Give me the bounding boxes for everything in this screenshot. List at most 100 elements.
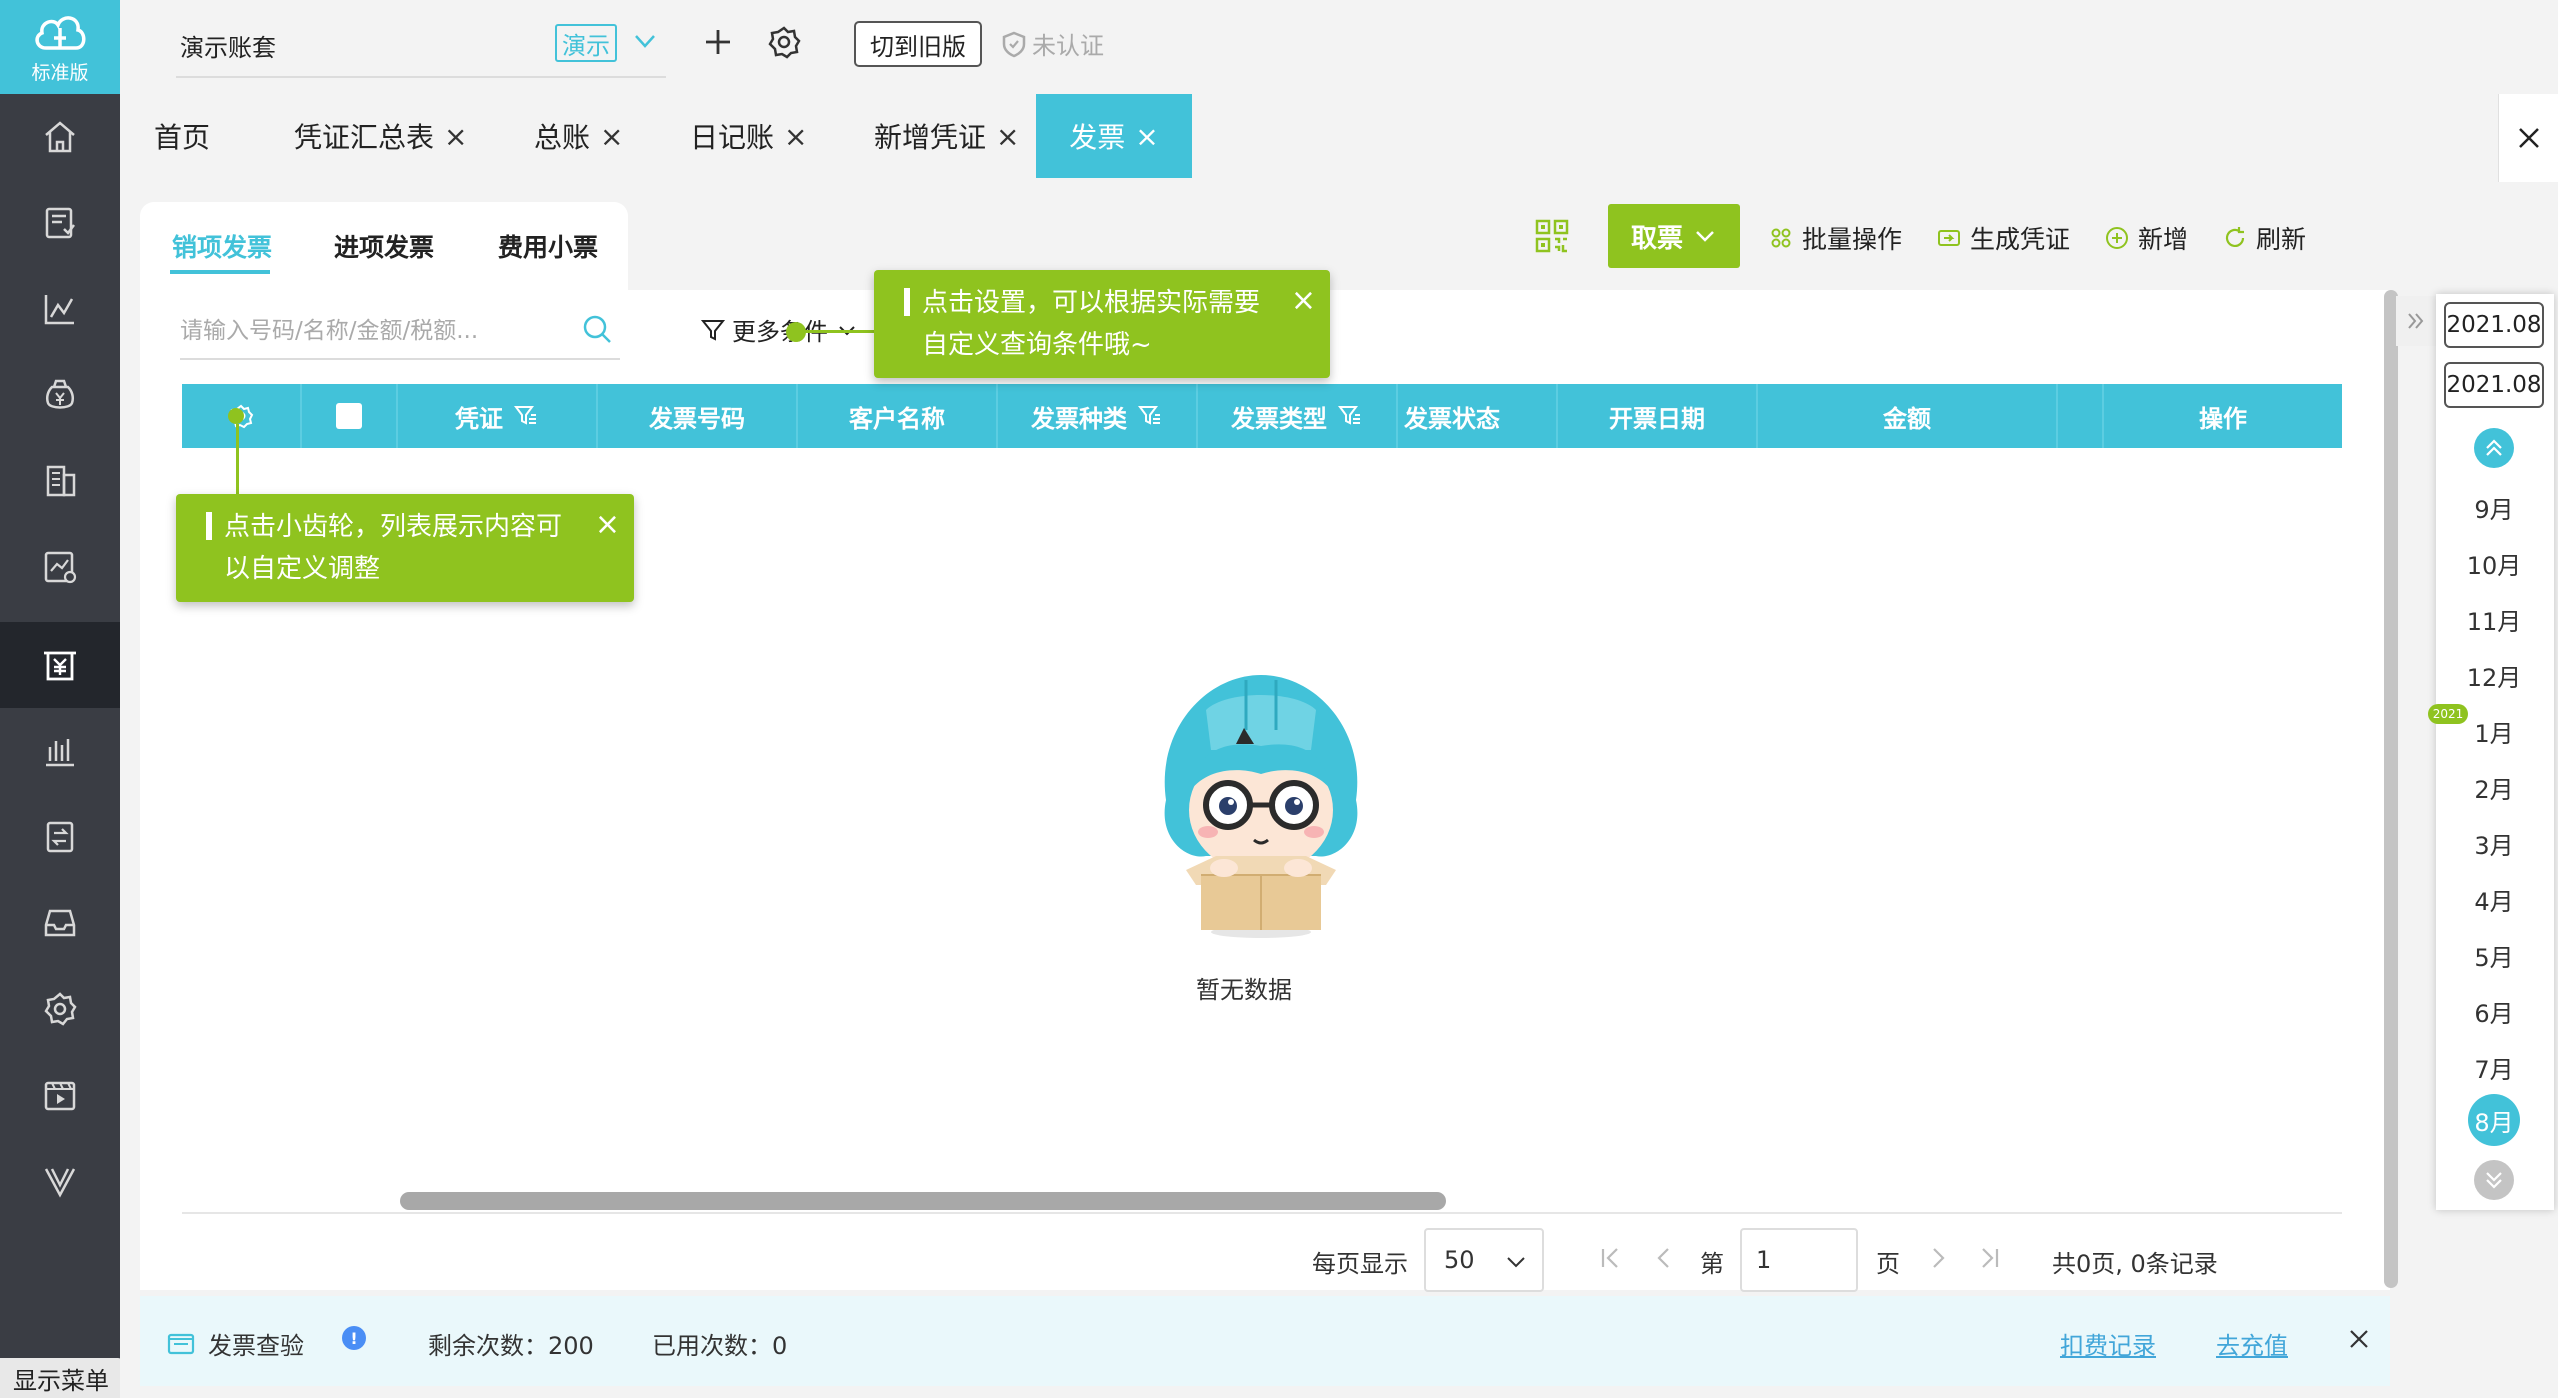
tab-home[interactable]: 首页 — [154, 94, 210, 178]
tip-close-icon[interactable]: × — [595, 504, 620, 546]
invoice-subtabs: 销项发票 进项发票 费用小票 — [140, 202, 628, 292]
tip-text-line1: 点击设置，可以根据实际需要 — [922, 288, 1261, 318]
sidebar-item-analysis[interactable] — [0, 524, 120, 610]
horizontal-scrollbar[interactable] — [400, 1192, 1446, 1210]
month-item[interactable]: 1月 — [2444, 714, 2544, 749]
invoice-icon — [44, 651, 76, 681]
month-item[interactable]: 4月 — [2444, 882, 2544, 917]
tip-close-icon[interactable]: × — [1291, 280, 1316, 322]
month-item-active[interactable]: 8月 — [2468, 1094, 2520, 1146]
close-all-tabs-button[interactable] — [2498, 94, 2558, 182]
tab-journal[interactable]: 日记账 × — [690, 94, 807, 178]
end-date-input[interactable]: 2021.08 — [2444, 362, 2544, 408]
start-date-input[interactable]: 2021.08 — [2444, 302, 2544, 348]
last-page-icon[interactable] — [1976, 1244, 2004, 1272]
sidebar-item-invoice[interactable] — [0, 622, 120, 708]
scroll-down-button[interactable] — [2474, 1160, 2514, 1200]
tab-new-voucher[interactable]: 新增凭证 × — [874, 94, 1019, 178]
finance-icon — [45, 379, 75, 409]
month-item[interactable]: 5月 — [2444, 938, 2544, 973]
column-header-invoice-kind[interactable]: 发票种类 — [998, 384, 1198, 448]
account-book-name[interactable]: 演示账套 — [180, 28, 276, 63]
remaining-count: 剩余次数：200 — [428, 1332, 594, 1360]
tab-voucher-summary[interactable]: 凭证汇总表 × — [294, 94, 467, 178]
tab-invoice[interactable]: 发票 × — [1036, 94, 1192, 178]
add-account-book-icon[interactable] — [700, 24, 736, 60]
filter-icon[interactable] — [1337, 403, 1363, 429]
search-input[interactable] — [180, 304, 620, 360]
tab-close-icon[interactable]: × — [600, 120, 623, 153]
sidebar-item-voucher[interactable] — [0, 180, 120, 266]
filter-icon[interactable] — [513, 403, 539, 429]
sidebar-item-vip[interactable] — [0, 1138, 120, 1224]
sidebar-item-home[interactable] — [0, 94, 120, 180]
add-invoice-button[interactable]: 新增 — [2104, 220, 2188, 256]
subtab-expense-receipt[interactable]: 费用小票 — [498, 228, 598, 264]
page-number-input[interactable] — [1740, 1228, 1858, 1292]
column-header-operations: 操作 — [2104, 384, 2342, 448]
app-logo[interactable]: 标准版 — [0, 0, 120, 94]
show-menu-button[interactable]: 显示菜单 — [0, 1358, 122, 1398]
tab-close-icon[interactable]: × — [996, 120, 1019, 153]
sidebar-item-finance[interactable] — [0, 352, 120, 438]
close-icon[interactable] — [2346, 1326, 2372, 1352]
month-item[interactable]: 3月 — [2444, 826, 2544, 861]
sidebar-item-video[interactable] — [0, 1052, 120, 1138]
invoice-check-bar: 发票查验 ! 剩余次数：200 已用次数：0 扣费记录 去充值 — [140, 1296, 2390, 1386]
tab-close-icon[interactable]: × — [784, 120, 807, 153]
empty-state-illustration — [1164, 675, 1358, 938]
month-item[interactable]: 2月 — [2444, 770, 2544, 805]
batch-operation-button[interactable]: 批量操作 — [1768, 220, 1902, 256]
search-icon[interactable] — [580, 312, 614, 346]
next-page-icon[interactable] — [1924, 1244, 1952, 1272]
vertical-scrollbar[interactable] — [2384, 290, 2398, 1288]
page-summary: 共0页, 0条记录 — [2052, 1250, 2218, 1278]
sidebar-item-archive[interactable] — [0, 880, 120, 966]
month-panel-toggle[interactable] — [2396, 296, 2436, 346]
double-chevron-right-icon — [2408, 313, 2424, 329]
subtab-sales-invoice[interactable]: 销项发票 — [172, 228, 272, 264]
logo-label: 标准版 — [31, 62, 89, 84]
deduction-record-link[interactable]: 扣费记录 — [2060, 1326, 2156, 1361]
generate-voucher-button[interactable]: 生成凭证 — [1936, 220, 2070, 256]
column-header-voucher[interactable]: 凭证 — [398, 384, 598, 448]
demo-tag: 演示 — [555, 24, 617, 62]
tab-close-icon[interactable]: × — [444, 120, 467, 153]
refresh-button[interactable]: 刷新 — [2222, 220, 2306, 256]
month-item[interactable]: 12月 — [2444, 658, 2544, 693]
info-icon[interactable]: ! — [342, 1326, 366, 1350]
select-all-checkbox[interactable] — [336, 403, 362, 429]
scroll-up-button[interactable] — [2474, 428, 2514, 468]
unverified-status[interactable]: 未认证 — [1000, 26, 1104, 61]
chevron-down-icon[interactable] — [632, 28, 658, 54]
prev-page-icon[interactable] — [1650, 1244, 1678, 1272]
tip-connector — [796, 330, 874, 333]
gear-icon[interactable] — [766, 24, 802, 60]
per-page-select[interactable]: 50 — [1424, 1228, 1544, 1292]
sidebar-item-settings[interactable] — [0, 966, 120, 1052]
invoice-check-item[interactable]: 发票查验 — [166, 1326, 304, 1361]
month-item[interactable]: 11月 — [2444, 602, 2544, 637]
month-item[interactable]: 7月 — [2444, 1050, 2544, 1085]
select-all-header[interactable] — [302, 384, 398, 448]
first-page-icon[interactable] — [1596, 1244, 1624, 1272]
fetch-invoice-button[interactable]: 取票 — [1608, 204, 1740, 268]
column-header-invoice-type[interactable]: 发票类型 — [1198, 384, 1398, 448]
sidebar-item-report[interactable] — [0, 266, 120, 352]
tab-bar: 首页 凭证汇总表 × 总账 × 日记账 × 新增凭证 × 发票 × — [120, 94, 2558, 182]
sidebar-item-building[interactable] — [0, 438, 120, 524]
tab-general-ledger[interactable]: 总账 × — [534, 94, 623, 178]
month-item[interactable]: 9月 — [2444, 490, 2544, 525]
filter-icon[interactable] — [1137, 403, 1163, 429]
recharge-link[interactable]: 去充值 — [2216, 1326, 2288, 1361]
tab-close-icon[interactable]: × — [1135, 120, 1158, 153]
switch-old-version-button[interactable]: 切到旧版 — [854, 21, 982, 67]
column-header-amount: 金额 — [1758, 384, 2058, 448]
subtab-purchase-invoice[interactable]: 进项发票 — [334, 228, 434, 264]
sidebar-item-transfer[interactable] — [0, 794, 120, 880]
qr-code-icon[interactable] — [1534, 218, 1570, 254]
refresh-label: 刷新 — [2256, 225, 2307, 254]
sidebar-item-tax[interactable] — [0, 708, 120, 794]
month-item[interactable]: 10月 — [2444, 546, 2544, 581]
month-item[interactable]: 6月 — [2444, 994, 2544, 1029]
